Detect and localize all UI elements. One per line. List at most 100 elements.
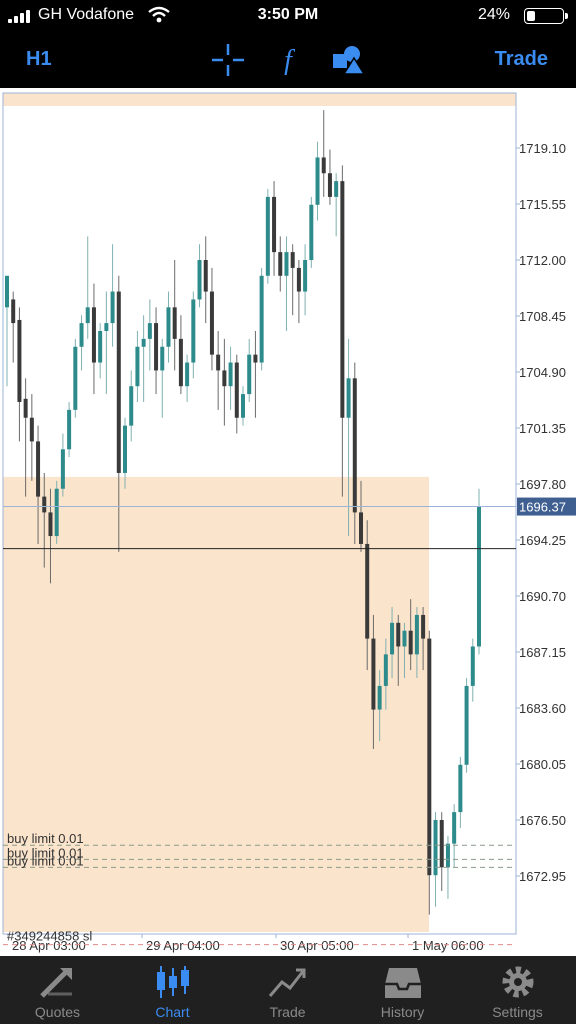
tab-bar: Quotes Chart Trade History Settings xyxy=(0,956,576,1024)
candle-body xyxy=(414,614,419,655)
candle-body xyxy=(247,354,252,395)
price-label: 1676.50 xyxy=(519,813,566,828)
candle-body xyxy=(321,157,326,174)
candle-body xyxy=(160,346,165,371)
time-label: 30 Apr 05:00 xyxy=(280,938,354,953)
tab-label: Chart xyxy=(155,1004,190,1020)
candle-body xyxy=(377,685,382,710)
tab-label: Settings xyxy=(492,1004,543,1020)
candle-body xyxy=(253,354,258,363)
price-label: 1690.70 xyxy=(519,589,566,604)
price-label: 1701.35 xyxy=(519,421,566,436)
candle-body xyxy=(36,441,41,497)
candle-body xyxy=(60,449,65,489)
candle-body xyxy=(303,260,308,292)
candle-body xyxy=(147,323,152,339)
candle-body xyxy=(470,646,475,686)
candle-body xyxy=(445,843,450,868)
trade-button[interactable]: Trade xyxy=(495,48,548,71)
candle-body xyxy=(141,338,146,347)
current-price-label: 1696.37 xyxy=(519,500,566,515)
candle-body xyxy=(85,307,90,324)
battery-icon xyxy=(524,8,568,24)
price-label: 1715.55 xyxy=(519,197,566,212)
price-label: 1719.10 xyxy=(519,141,566,156)
candle-body xyxy=(327,173,332,197)
candle-body xyxy=(452,812,457,844)
candle-body xyxy=(272,196,277,253)
price-label: 1712.00 xyxy=(519,253,566,268)
candle-body xyxy=(228,362,233,387)
candle-body xyxy=(352,378,357,513)
candle-body xyxy=(290,252,295,268)
tab-settings[interactable]: Settings xyxy=(460,956,575,1024)
tab-history[interactable]: History xyxy=(345,956,460,1024)
quotes-icon xyxy=(40,968,72,998)
candle-body xyxy=(334,181,339,197)
candle-body xyxy=(178,338,183,387)
price-label: 1680.05 xyxy=(519,757,566,772)
chart-icon xyxy=(157,966,189,998)
price-label: 1694.25 xyxy=(519,533,566,548)
candle-body xyxy=(396,622,401,647)
candle-body xyxy=(265,196,270,276)
candle-body xyxy=(222,370,227,387)
candle-body xyxy=(185,362,190,387)
candle-body xyxy=(104,323,109,331)
candle-body xyxy=(241,394,245,418)
candle-body xyxy=(29,417,34,442)
candle-body xyxy=(5,275,9,308)
svg-text:f: f xyxy=(284,45,295,76)
price-chart[interactable]: 1719.10 1715.55 1712.00 1708.45 1704.90 1701.… xyxy=(0,88,576,956)
candle-body xyxy=(79,323,84,347)
tab-label: History xyxy=(380,1004,425,1020)
candle-body xyxy=(67,409,72,450)
price-label: 1697.80 xyxy=(519,477,566,492)
timeframe-button[interactable]: H1 xyxy=(26,48,52,71)
candle-body xyxy=(340,181,345,418)
history-icon xyxy=(385,968,421,998)
price-label: 1704.90 xyxy=(519,365,566,380)
candle-body xyxy=(154,323,159,371)
tab-label: Trade xyxy=(269,1004,306,1020)
candle-body xyxy=(439,820,444,868)
tab-chart[interactable]: Chart xyxy=(115,956,230,1024)
candle-body xyxy=(427,638,432,876)
time-label: 1 May 06:00 xyxy=(412,938,484,953)
candle-body xyxy=(278,252,283,276)
candle-body xyxy=(359,512,363,544)
candle-body xyxy=(54,488,59,537)
candle-body xyxy=(91,307,96,363)
candle-body xyxy=(172,307,177,339)
chart-canvas[interactable]: 1719.10 1715.55 1712.00 1708.45 1704.90 1701.… xyxy=(0,88,576,956)
candle-body xyxy=(296,267,301,292)
tab-label: Quotes xyxy=(34,1004,81,1020)
candle-body xyxy=(23,398,28,418)
candle-body xyxy=(216,354,221,371)
chart-toolbar: H1 f Trade xyxy=(0,32,576,88)
settings-icon xyxy=(502,966,534,998)
candle-body xyxy=(17,319,22,402)
candle-body xyxy=(383,654,388,686)
buy-limit-label: buy limit 0.01 xyxy=(7,853,84,868)
buy-limit-label: buy limit 0.01 xyxy=(7,831,84,846)
candle-body xyxy=(284,252,289,276)
candle-body xyxy=(259,275,264,363)
candle-body xyxy=(421,614,426,639)
candle-body xyxy=(234,362,239,418)
function-icon[interactable]: f xyxy=(270,42,306,78)
stop-loss-label: #349244858 sl xyxy=(7,929,92,944)
tab-quotes[interactable]: Quotes xyxy=(0,956,115,1024)
candle-body xyxy=(402,630,407,647)
objects-icon[interactable] xyxy=(330,42,366,78)
tab-trade[interactable]: Trade xyxy=(230,956,345,1024)
candle-body xyxy=(458,764,463,813)
candle-body xyxy=(98,330,103,363)
price-label: 1687.15 xyxy=(519,645,566,660)
status-bar: GH Vodafone 3:50 PM 24% xyxy=(0,0,576,32)
candle-body xyxy=(365,543,370,639)
candle-body xyxy=(309,204,314,260)
candle-body xyxy=(123,425,127,473)
candle-body xyxy=(129,386,134,426)
crosshair-icon[interactable] xyxy=(210,42,246,78)
